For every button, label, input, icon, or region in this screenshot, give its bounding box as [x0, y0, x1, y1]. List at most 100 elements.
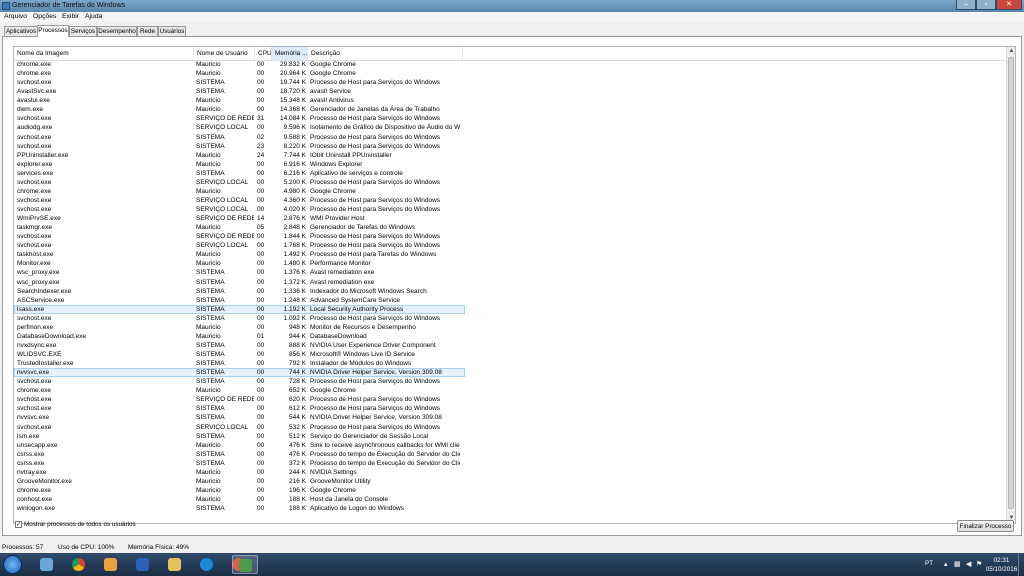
process-row[interactable]: winlogon.exe SISTEMA 00 188 K Aplicativo de … — [14, 504, 1006, 513]
process-row[interactable]: AvastSvc.exe SISTEMA 00 18.720 K avast! Serv… — [14, 87, 1006, 96]
process-row[interactable]: svchost.exe SISTEMA 00 1.092 K Processo de H… — [14, 314, 1006, 323]
minimize-button[interactable]: – — [956, 0, 976, 10]
process-cpu: 00 — [257, 124, 265, 132]
clock-time[interactable]: 02:31 — [989, 557, 1014, 564]
process-row[interactable]: chrome.exe Mauricio 00 196 K Google Chrome — [14, 486, 1006, 495]
vertical-scrollbar[interactable]: ▲ ▼ — [1006, 47, 1015, 523]
process-row[interactable]: avastui.exe Mauricio 00 15.348 K avast! Anti… — [14, 96, 1006, 105]
process-row[interactable]: nvvsvc.exe SISTEMA 00 544 K NVIDIA Driver He… — [14, 413, 1006, 422]
process-description: Processo de Host para Serviços do Window… — [310, 178, 441, 186]
process-row[interactable]: SearchIndexer.exe SISTEMA 00 1.336 K Indexad… — [14, 287, 1006, 296]
process-row[interactable]: dwm.exe Mauricio 00 14.368 K Gerenciador de … — [14, 105, 1006, 114]
tb-iobit[interactable] — [194, 555, 220, 574]
process-row[interactable]: svchost.exe SERVIÇO LOCAL 00 4.020 K Process… — [14, 205, 1006, 214]
column-user-name[interactable]: Nome de Usuário — [194, 47, 255, 60]
tab-processos[interactable]: Processos — [37, 25, 69, 37]
process-row[interactable]: taskhost.exe Mauricio 00 1.492 K Processo de… — [14, 250, 1006, 259]
process-row[interactable]: explorer.exe Mauricio 00 6.916 K Windows Exp… — [14, 160, 1006, 169]
menu-exibir[interactable]: Exibir — [62, 12, 79, 22]
process-row[interactable]: DatabaseDownload.exe Mauricio 01 944 K Datab… — [14, 332, 1006, 341]
process-row[interactable]: svchost.exe SERVIÇO DE REDE 31 14.084 K Proc… — [14, 114, 1006, 123]
process-row[interactable]: csrss.exe SISTEMA 00 476 K Processo do tempo… — [14, 450, 1006, 459]
process-row[interactable]: conhost.exe Mauricio 00 188 K Host da Janela… — [14, 495, 1006, 504]
menu-opcoes[interactable]: Opções — [33, 12, 56, 22]
process-row[interactable]: chrome.exe Mauricio 00 20.964 K Google Chrom… — [14, 69, 1006, 78]
tab-usuarios[interactable]: Usuários — [158, 26, 186, 36]
column-cpu[interactable]: CPU — [255, 47, 272, 60]
process-row[interactable]: chrome.exe Mauricio 00 4.980 K Google Chrome — [14, 187, 1006, 196]
process-image-name: conhost.exe — [17, 496, 53, 503]
process-row[interactable]: Monitor.exe Mauricio 00 1.480 K Performance … — [14, 259, 1006, 268]
column-image-name[interactable]: Nome da Imagem — [14, 47, 194, 60]
menu-ajuda[interactable]: Ajuda — [85, 12, 102, 22]
title-bar[interactable]: Gerenciador de Tarefas do Windows – ▫ ✕ — [0, 0, 1024, 12]
process-row[interactable]: nvxdsync.exe SISTEMA 00 888 K NVIDIA User Ex… — [14, 341, 1006, 350]
process-row[interactable]: audiodg.exe SERVIÇO LOCAL 00 9.596 K Isolame… — [14, 123, 1006, 132]
tb-media-player[interactable] — [98, 555, 124, 574]
start-button[interactable] — [3, 555, 22, 574]
tab-desempenho[interactable]: Desempenho — [97, 26, 137, 36]
process-row[interactable]: GrooveMonitor.exe Mauricio 00 216 K GrooveMo… — [14, 477, 1006, 486]
process-row[interactable]: unsecapp.exe Mauricio 00 476 K Sink to recei… — [14, 441, 1006, 450]
process-row[interactable]: nvvsvc.exe SISTEMA 00 744 K NVIDIA Driver He… — [14, 368, 465, 378]
tb-task-manager[interactable] — [232, 555, 258, 574]
checkbox-box[interactable]: ✓ — [15, 521, 22, 528]
process-row[interactable]: WmiPrvSE.exe SERVIÇO DE REDE 14 2.876 K WMI … — [14, 214, 1006, 223]
physical-memory: Memória Física: 49% — [128, 544, 190, 551]
process-row[interactable]: TrustedInstaller.exe SISTEMA 00 792 K Instal… — [14, 359, 1006, 368]
process-row[interactable]: csrss.exe SISTEMA 00 372 K Processo do tempo… — [14, 459, 1006, 468]
tab-aplicativos[interactable]: Aplicativos — [4, 26, 38, 36]
process-row[interactable]: svchost.exe SISTEMA 02 9.588 K Processo de H… — [14, 133, 1006, 142]
process-row[interactable]: wsc_proxy.exe SISTEMA 00 1.372 K Avast remed… — [14, 278, 1006, 287]
tray-arrow-icon[interactable]: ▴ — [944, 560, 948, 568]
tb-winamp[interactable] — [130, 555, 156, 574]
tb-chrome[interactable] — [66, 555, 92, 574]
process-memory: 372 K — [289, 459, 306, 467]
process-row[interactable]: svchost.exe SISTEMA 00 612 K Processo de Hos… — [14, 404, 1006, 413]
process-list[interactable]: Nome da Imagem Nome de Usuário CPU Memór… — [13, 46, 1016, 524]
tab-servicos[interactable]: Serviços — [69, 26, 97, 36]
process-row[interactable]: ASCService.exe SISTEMA 00 1.248 K Advanced S… — [14, 296, 1006, 305]
process-row[interactable]: lsass.exe SISTEMA 00 1.192 K Local Security … — [14, 304, 465, 314]
close-button[interactable]: ✕ — [996, 0, 1022, 10]
column-memory[interactable]: Memória ... — [272, 47, 308, 60]
process-row[interactable]: svchost.exe SERVIÇO LOCAL 00 1.768 K Process… — [14, 241, 1006, 250]
process-row[interactable]: svchost.exe SISTEMA 00 19.744 K Processo de … — [14, 78, 1006, 87]
show-desktop-button[interactable] — [1018, 553, 1024, 576]
column-description[interactable]: Descrição — [308, 47, 463, 60]
process-row[interactable]: PPUninstaller.exe Mauricio 24 7.744 K IObit … — [14, 151, 1006, 160]
process-row[interactable]: chrome.exe Mauricio 00 652 K Google Chrome — [14, 386, 1006, 395]
process-row[interactable]: nvtray.exe Mauricio 00 244 K NVIDIA Settings — [14, 468, 1006, 477]
process-row[interactable]: WLIDSVC.EXE SISTEMA 00 856 K Microsoft® Wind… — [14, 350, 1006, 359]
process-row[interactable]: chrome.exe Mauricio 00 29.832 K Google Chrom… — [14, 60, 1006, 69]
process-row[interactable]: svchost.exe SERVIÇO DE REDE 00 1.844 K Proce… — [14, 232, 1006, 241]
process-row[interactable]: perfmon.exe Mauricio 00 948 K Monitor de Rec… — [14, 323, 1006, 332]
scrollbar-thumb[interactable] — [1008, 57, 1014, 509]
language-indicator[interactable]: PT — [925, 560, 933, 567]
process-row[interactable]: wsc_proxy.exe SISTEMA 00 1.376 K Avast remed… — [14, 268, 1006, 277]
maximize-button[interactable]: ▫ — [976, 0, 996, 10]
process-row[interactable]: taskmgr.exe Mauricio 05 2.848 K Gerenciador … — [14, 223, 1006, 232]
process-row[interactable]: svchost.exe SISTEMA 00 728 K Processo de Hos… — [14, 377, 1006, 386]
tb-folder[interactable] — [162, 555, 188, 574]
process-row[interactable]: svchost.exe SERVIÇO LOCAL 00 4.360 K Process… — [14, 196, 1006, 205]
menu-arquivo[interactable]: Arquivo — [4, 12, 27, 22]
process-cpu: 00 — [257, 97, 265, 105]
process-row[interactable]: svchost.exe SERVIÇO LOCAL 00 5.200 K Process… — [14, 178, 1006, 187]
clock-date[interactable]: 05/10/2016 — [984, 566, 1019, 573]
tab-rede[interactable]: Rede — [137, 26, 158, 36]
process-row[interactable]: svchost.exe SERVIÇO LOCAL 00 532 K Processo … — [14, 423, 1006, 432]
process-row[interactable]: services.exe SISTEMA 00 6.216 K Aplicativo d… — [14, 169, 1006, 178]
process-description: Processo de Host para Serviços do Window… — [310, 423, 441, 431]
flag-icon[interactable]: ⚑ — [976, 560, 982, 568]
network-icon[interactable]: ▦ — [954, 560, 961, 568]
process-row[interactable]: lsm.exe SISTEMA 00 512 K Serviço do Gerencia… — [14, 432, 1006, 441]
process-row[interactable]: svchost.exe SERVIÇO DE REDE 00 620 K Process… — [14, 395, 1006, 404]
scroll-up-arrow-icon[interactable]: ▲ — [1007, 47, 1015, 56]
process-cpu: 00 — [257, 423, 265, 431]
volume-icon[interactable]: ◀ — [966, 560, 971, 568]
process-cpu: 00 — [257, 278, 265, 286]
tb-explorer[interactable] — [34, 555, 60, 574]
end-process-button[interactable]: Finalizar Processo — [957, 520, 1014, 532]
process-row[interactable]: svchost.exe SISTEMA 23 8.220 K Processo de H… — [14, 142, 1006, 151]
